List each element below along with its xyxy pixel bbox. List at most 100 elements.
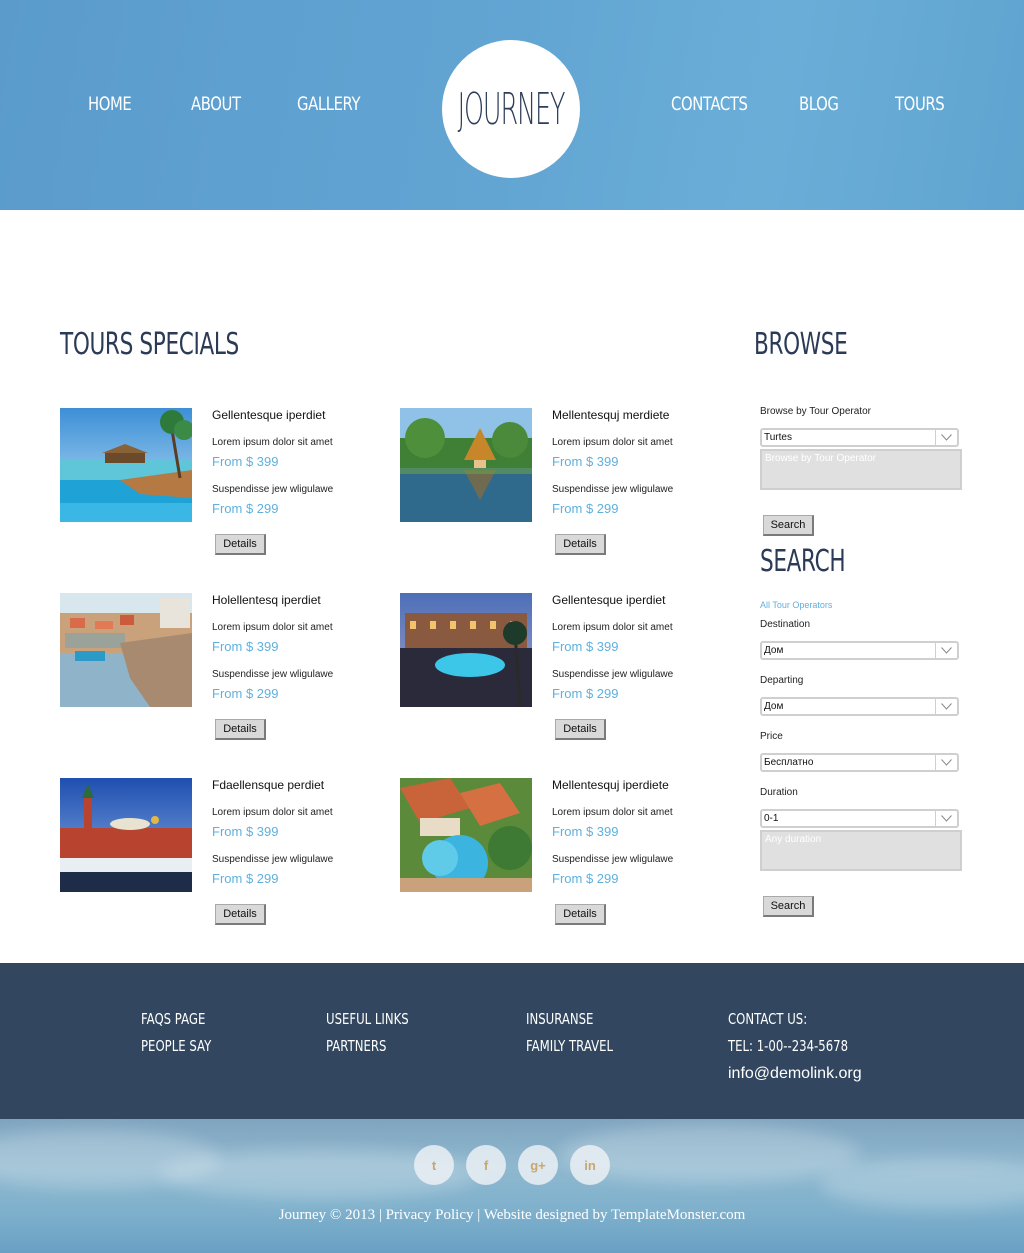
tour-name[interactable]: Gellentesque iperdiet: [212, 408, 325, 422]
footer-link-partners[interactable]: PARTNERS: [326, 1037, 386, 1055]
chevron-down-icon: [935, 430, 957, 445]
tour-description: Suspendisse jew wligulawe: [552, 484, 674, 495]
tour-description: Lorem ipsum dolor sit amet: [212, 622, 333, 633]
logo-text: JOURNEY: [457, 83, 566, 135]
tour-image-kremlin[interactable]: [60, 778, 192, 892]
details-button[interactable]: Details: [555, 904, 606, 925]
details-button[interactable]: Details: [555, 534, 606, 555]
copyright-brand: Journey © 2013 |: [278, 1207, 382, 1223]
privacy-policy-link[interactable]: Privacy Policy: [386, 1207, 474, 1223]
tour-price: From $ 399: [552, 454, 619, 469]
tour-image-maldives[interactable]: [60, 408, 192, 522]
tour-price: From $ 299: [212, 871, 279, 886]
site-logo[interactable]: JOURNEY: [442, 40, 580, 178]
select-value: Бесплатно: [764, 757, 814, 768]
nav-gallery[interactable]: GALLERY: [297, 93, 361, 115]
price-select[interactable]: Бесплатно: [760, 753, 959, 772]
nav-tours[interactable]: TOURS: [895, 93, 945, 115]
tour-description: Suspendisse jew wligulawe: [212, 854, 334, 865]
tour-description: Suspendisse jew wligulawe: [552, 854, 674, 865]
duration-textarea[interactable]: Any duration: [760, 830, 962, 871]
tour-image-night-resort[interactable]: [400, 593, 532, 707]
nav-home[interactable]: HOME: [88, 93, 132, 115]
select-value: Дом: [764, 701, 784, 712]
browse-operator-textarea[interactable]: Browse by Tour Operator: [760, 449, 962, 490]
tour-name[interactable]: Mellentesquj iperdiete: [552, 778, 669, 792]
tour-price: From $ 399: [212, 454, 279, 469]
tour-description: Suspendisse jew wligulawe: [212, 484, 334, 495]
copyright: Journey © 2013 | Privacy Policy | Websit…: [0, 1207, 1024, 1224]
select-value: 0-1: [764, 813, 779, 824]
details-button[interactable]: Details: [215, 904, 266, 925]
tour-image-coast-town[interactable]: [60, 593, 192, 707]
select-value: Дом: [764, 645, 784, 656]
bottom-bar: [0, 1119, 1024, 1253]
nav-contacts[interactable]: CONTACTS: [671, 93, 748, 115]
details-button[interactable]: Details: [215, 719, 266, 740]
tour-price: From $ 299: [212, 501, 279, 516]
destination-label: Destination: [760, 619, 811, 630]
tour-price: From $ 399: [212, 824, 279, 839]
tour-card: Gellentesque iperdiet Lorem ipsum dolor …: [400, 593, 710, 743]
departing-label: Departing: [760, 675, 804, 686]
browse-search-button[interactable]: Search: [763, 515, 814, 536]
chevron-down-icon: [935, 699, 957, 714]
tour-description: Suspendisse jew wligulawe: [212, 669, 334, 680]
tour-price: From $ 299: [552, 871, 619, 886]
tour-description: Lorem ipsum dolor sit amet: [552, 622, 673, 633]
search-button[interactable]: Search: [763, 896, 814, 917]
tour-description: Lorem ipsum dolor sit amet: [552, 437, 673, 448]
tour-card: Holellentesq iperdiet Lorem ipsum dolor …: [60, 593, 370, 743]
google-plus-icon[interactable]: g+: [518, 1145, 558, 1185]
departing-select[interactable]: Дом: [760, 697, 959, 716]
destination-select[interactable]: Дом: [760, 641, 959, 660]
tour-image-villa-pool[interactable]: [400, 778, 532, 892]
footer-link-people-say[interactable]: PEOPLE SAY: [141, 1037, 211, 1055]
chevron-down-icon: [935, 643, 957, 658]
facebook-icon[interactable]: f: [466, 1145, 506, 1185]
tour-image-temple[interactable]: [400, 408, 532, 522]
browse-operator-label: Browse by Tour Operator: [760, 406, 871, 417]
duration-select[interactable]: 0-1: [760, 809, 959, 828]
tour-description: Lorem ipsum dolor sit amet: [212, 807, 333, 818]
contact-email-link[interactable]: info@demolink.org: [728, 1065, 862, 1083]
twitter-icon[interactable]: t: [414, 1145, 454, 1185]
tour-description: Suspendisse jew wligulawe: [552, 669, 674, 680]
tours-specials-title: TOURS SPECIALS: [60, 327, 239, 362]
linkedin-icon[interactable]: in: [570, 1145, 610, 1185]
contact-phone: TEL: 1-00--234-5678: [728, 1037, 849, 1055]
tour-price: From $ 299: [552, 686, 619, 701]
tour-price: From $ 299: [552, 501, 619, 516]
nav-about[interactable]: ABOUT: [191, 93, 241, 115]
contact-title: CONTACT US:: [728, 1010, 808, 1028]
copyright-separator: |: [477, 1207, 481, 1223]
chevron-down-icon: [935, 811, 957, 826]
select-value: Turtes: [764, 432, 792, 443]
duration-label: Duration: [760, 787, 798, 798]
browse-operator-select[interactable]: Turtes: [760, 428, 959, 447]
tour-description: Lorem ipsum dolor sit amet: [212, 437, 333, 448]
tour-description: Lorem ipsum dolor sit amet: [552, 807, 673, 818]
chevron-down-icon: [935, 755, 957, 770]
tour-price: From $ 399: [552, 639, 619, 654]
tour-name[interactable]: Mellentesquj merdiete: [552, 408, 669, 422]
tour-name[interactable]: Fdaellensque perdiet: [212, 778, 324, 792]
tour-name[interactable]: Holellentesq iperdiet: [212, 593, 321, 607]
footer-link-useful-links[interactable]: USEFUL LINKS: [326, 1010, 409, 1028]
details-button[interactable]: Details: [555, 719, 606, 740]
tour-card: Gellentesque iperdiet Lorem ipsum dolor …: [60, 408, 370, 558]
footer-link-faqs[interactable]: FAQS PAGE: [141, 1010, 205, 1028]
tour-price: From $ 299: [212, 686, 279, 701]
all-tour-operators-link[interactable]: All Tour Operators: [760, 600, 832, 610]
footer-link-family-travel[interactable]: FAMILY TRAVEL: [526, 1037, 613, 1055]
browse-title: BROWSE: [754, 327, 848, 362]
price-label: Price: [760, 731, 783, 742]
nav-blog[interactable]: BLOG: [799, 93, 839, 115]
tour-card: Mellentesquj merdiete Lorem ipsum dolor …: [400, 408, 710, 558]
tour-name[interactable]: Gellentesque iperdiet: [552, 593, 665, 607]
footer-link-insurance[interactable]: INSURANSE: [526, 1010, 593, 1028]
tour-card: Mellentesquj iperdiete Lorem ipsum dolor…: [400, 778, 710, 928]
tour-card: Fdaellensque perdiet Lorem ipsum dolor s…: [60, 778, 370, 928]
designer-link[interactable]: Website designed by TemplateMonster.com: [484, 1207, 746, 1223]
details-button[interactable]: Details: [215, 534, 266, 555]
